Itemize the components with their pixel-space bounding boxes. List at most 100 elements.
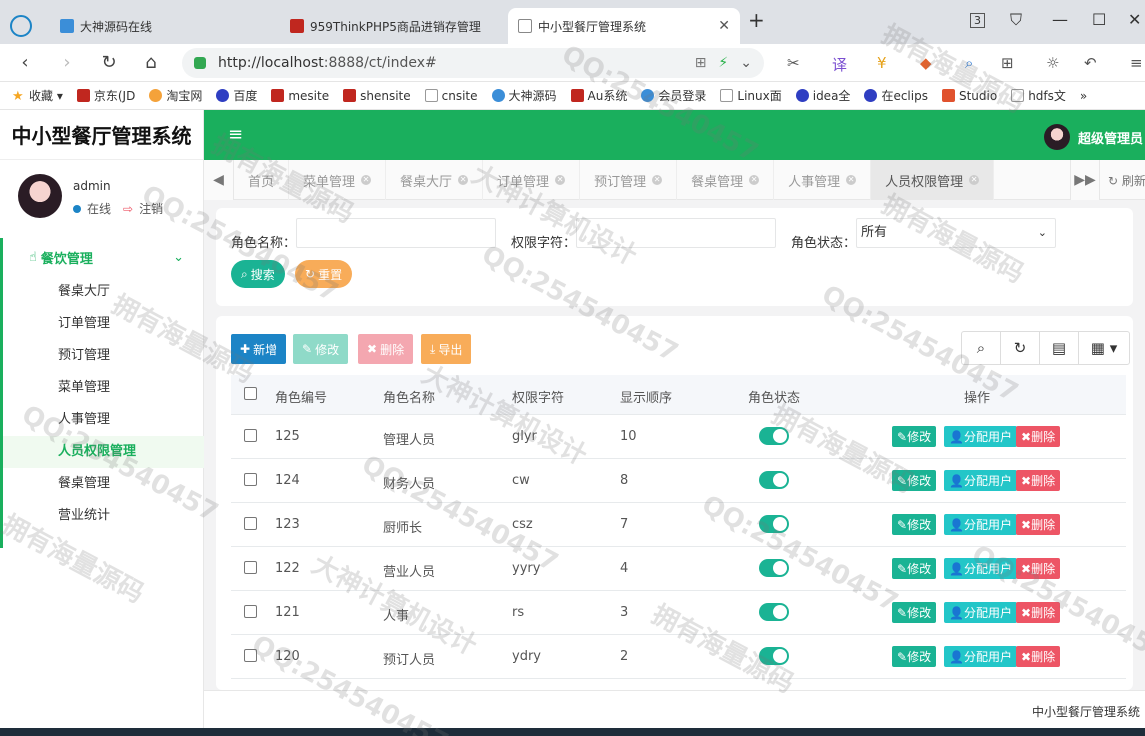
role-name-input[interactable] <box>296 218 496 248</box>
sidebar-item-hr[interactable]: 人事管理 <box>3 404 204 436</box>
game-icon[interactable]: ◆ <box>920 54 932 72</box>
coin-icon[interactable]: ¥ <box>877 54 887 72</box>
row-delete-button[interactable]: ✖ 删除 <box>1016 558 1061 579</box>
browser-tab-2[interactable]: 959ThinkPHP5商品进销存管理 <box>280 8 506 44</box>
tab-hr[interactable]: 人事管理 ✕ <box>774 160 872 200</box>
col-role-name[interactable]: 角色名称 <box>383 387 435 406</box>
tab-orders[interactable]: 订单管理 ✕ <box>483 160 581 200</box>
select-all-checkbox[interactable] <box>244 387 257 400</box>
search-icon[interactable]: ⌕ <box>965 54 973 72</box>
bookmarks-more[interactable]: » <box>1080 89 1087 103</box>
row-checkbox[interactable] <box>244 429 257 442</box>
bookmark-item[interactable]: 百度 <box>216 87 257 104</box>
bookmark-item[interactable]: 在eclips <box>864 87 928 104</box>
row-assign-users-button[interactable]: 👤 分配用户 <box>944 558 1017 579</box>
translate-icon[interactable]: 译 <box>832 54 847 75</box>
scissors-icon[interactable]: ✂ <box>787 54 800 72</box>
tab-role-permissions[interactable]: 人员权限管理 ✕ <box>871 160 995 200</box>
menu-icon[interactable]: ≡ <box>1130 54 1143 72</box>
bookmark-item[interactable]: hdfs文 <box>1011 87 1066 104</box>
bookmark-item[interactable]: 淘宝网 <box>149 87 202 104</box>
sidebar-item-table-hall[interactable]: 餐桌大厅 <box>3 276 204 308</box>
row-assign-users-button[interactable]: 👤 分配用户 <box>944 646 1017 667</box>
status-toggle[interactable] <box>759 559 789 577</box>
minimize-icon[interactable]: — <box>1052 10 1068 29</box>
browser-tab-1[interactable]: 大神源码在线 <box>50 8 278 44</box>
add-button[interactable]: ✚ 新增 <box>231 334 287 364</box>
close-icon[interactable]: ✕ <box>749 175 760 185</box>
row-edit-button[interactable]: ✎ 修改 <box>892 470 937 491</box>
row-delete-button[interactable]: ✖ 删除 <box>1016 602 1061 623</box>
status-toggle[interactable] <box>759 515 789 533</box>
delete-button[interactable]: ✖ 删除 <box>358 334 414 364</box>
row-edit-button[interactable]: ✎ 修改 <box>892 514 937 535</box>
home-icon[interactable]: ⌂ <box>140 52 162 73</box>
tabs-scroll-right-icon[interactable]: ▶▶ <box>1070 160 1100 200</box>
logout-icon[interactable]: ⇨ <box>123 202 133 216</box>
chevron-down-icon[interactable]: ⌄ <box>740 55 752 71</box>
tab-table-hall[interactable]: 餐桌大厅 ✕ <box>386 160 484 200</box>
undo-icon[interactable]: ↶ <box>1084 54 1097 72</box>
status-toggle[interactable] <box>759 603 789 621</box>
search-button[interactable]: ⌕ 搜索 <box>231 260 285 288</box>
url-input[interactable]: http://localhost:8888/ct/index# ⊞ ⚡ ⌄ <box>182 48 764 78</box>
sidebar-item-reservations[interactable]: 预订管理 <box>3 340 204 372</box>
row-assign-users-button[interactable]: 👤 分配用户 <box>944 514 1017 535</box>
bookmark-item[interactable]: ★ 收藏 ▾ <box>12 87 63 105</box>
maximize-icon[interactable]: ☐ <box>1092 10 1106 29</box>
bookmark-item[interactable]: mesite <box>271 89 329 103</box>
columns-icon[interactable]: ▦ ▾ <box>1079 332 1129 364</box>
forward-icon[interactable]: › <box>56 52 78 73</box>
top-user-menu[interactable]: 超级管理员 <box>1043 124 1143 150</box>
bookmark-item[interactable]: Linux面 <box>720 87 782 104</box>
bookmark-item[interactable]: cnsite <box>424 89 478 103</box>
sidebar-item-menu[interactable]: 菜单管理 <box>3 372 204 404</box>
bookmark-item[interactable]: idea全 <box>795 87 850 104</box>
tab-tables[interactable]: 餐桌管理 ✕ <box>677 160 775 200</box>
close-icon[interactable]: ✕ <box>555 175 566 185</box>
row-edit-button[interactable]: ✎ 修改 <box>892 646 937 667</box>
close-icon[interactable]: ✕ <box>361 175 372 185</box>
row-delete-button[interactable]: ✖ 删除 <box>1016 646 1061 667</box>
perm-key-input[interactable] <box>576 218 776 248</box>
role-status-select[interactable]: 所有 ⌄ <box>856 218 1056 248</box>
back-icon[interactable]: ‹ <box>14 52 36 73</box>
close-icon[interactable]: ✕ <box>846 175 857 185</box>
close-icon[interactable]: ✕ <box>652 175 663 185</box>
row-assign-users-button[interactable]: 👤 分配用户 <box>944 602 1017 623</box>
row-checkbox[interactable] <box>244 561 257 574</box>
close-icon[interactable]: ✕ <box>458 175 469 185</box>
close-icon[interactable]: ✕ <box>969 175 980 185</box>
refresh-icon[interactable]: ↻ <box>1001 332 1040 364</box>
sun-icon[interactable]: ☼ <box>1046 54 1059 72</box>
export-button[interactable]: ⤓ 导出 <box>421 334 472 364</box>
sidebar-item-role-permissions[interactable]: 人员权限管理 <box>3 436 204 468</box>
row-delete-button[interactable]: ✖ 删除 <box>1016 470 1061 491</box>
tab-menu[interactable]: 菜单管理 ✕ <box>289 160 387 200</box>
menu-group-header[interactable]: ☝ 餐饮管理 ⌄ <box>3 238 204 276</box>
hamburger-icon[interactable]: ≡ <box>228 124 243 145</box>
row-assign-users-button[interactable]: 👤 分配用户 <box>944 426 1017 447</box>
row-checkbox[interactable] <box>244 605 257 618</box>
bookmark-item[interactable]: Au系统 <box>570 87 627 104</box>
row-checkbox[interactable] <box>244 517 257 530</box>
row-edit-button[interactable]: ✎ 修改 <box>892 558 937 579</box>
tab-count-icon[interactable]: 3 <box>970 13 985 28</box>
status-toggle[interactable] <box>759 471 789 489</box>
close-icon[interactable]: ✕ <box>710 18 730 34</box>
refresh-button[interactable]: ↻ 刷新 <box>1108 172 1145 189</box>
col-role-status[interactable]: 角色状态 <box>748 387 800 406</box>
sidebar-item-orders[interactable]: 订单管理 <box>3 308 204 340</box>
shirt-icon[interactable]: ⛉ <box>1010 10 1022 30</box>
status-toggle[interactable] <box>759 647 789 665</box>
row-checkbox[interactable] <box>244 473 257 486</box>
bookmark-item[interactable]: Studio <box>941 89 997 103</box>
bookmark-item[interactable]: 大神源码 <box>491 87 557 104</box>
tab-reservations[interactable]: 预订管理 ✕ <box>580 160 678 200</box>
apps-icon[interactable]: ⊞ <box>1001 54 1014 72</box>
row-edit-button[interactable]: ✎ 修改 <box>892 602 937 623</box>
new-tab-icon[interactable]: + <box>748 8 765 32</box>
search-icon[interactable]: ⌕ <box>962 332 1001 364</box>
reload-icon[interactable]: ↻ <box>98 52 120 73</box>
bolt-icon[interactable]: ⚡ <box>718 55 728 71</box>
